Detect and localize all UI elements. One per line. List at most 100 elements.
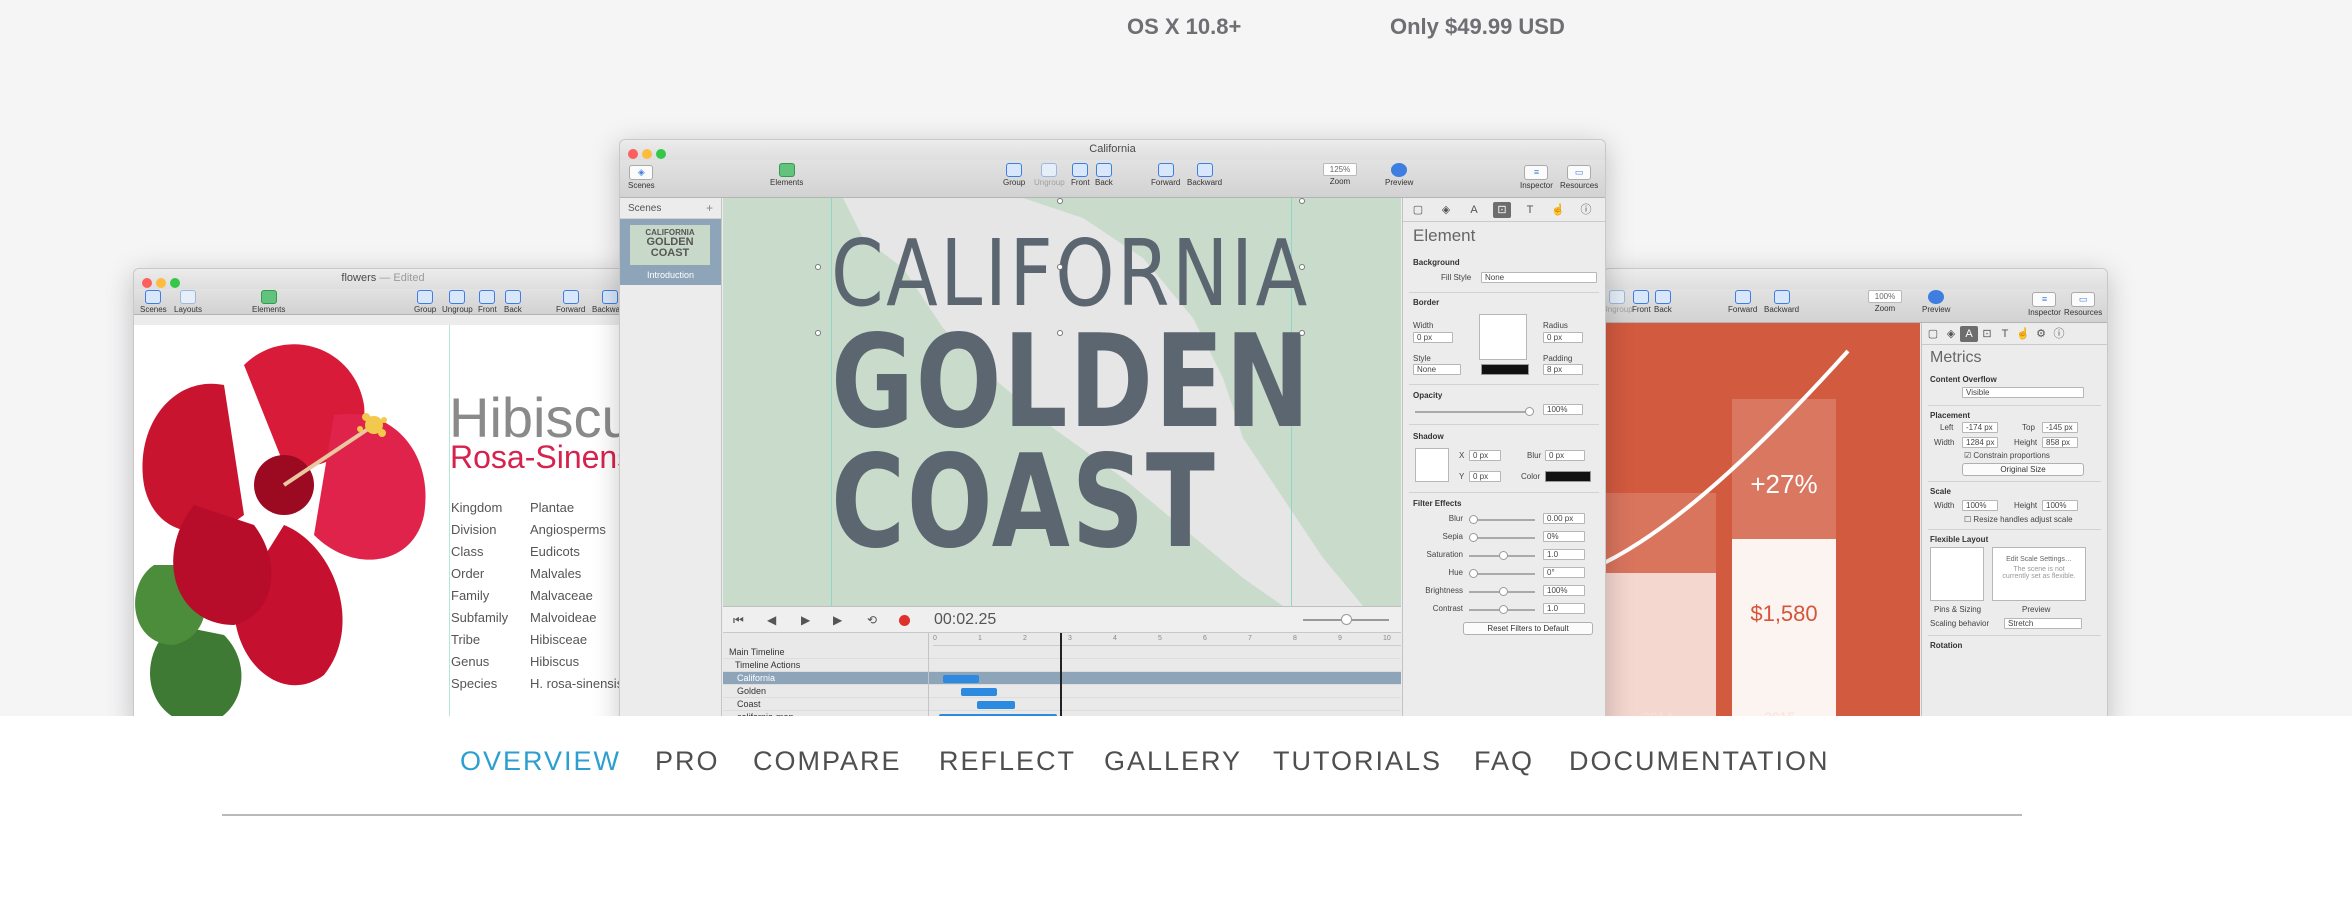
filter-slider[interactable] bbox=[1469, 551, 1535, 560]
selection-handle[interactable] bbox=[1299, 198, 1305, 204]
border-width-field[interactable]: 0 px bbox=[1413, 332, 1453, 343]
timeline-row[interactable]: Main Timeline bbox=[723, 646, 1401, 659]
border-style-select[interactable]: None bbox=[1413, 364, 1461, 375]
nav-item-tutorials[interactable]: TUTORIALS bbox=[1273, 746, 1442, 777]
actions-tab-icon[interactable]: ☝ bbox=[2014, 326, 2032, 342]
selection-handle[interactable] bbox=[1057, 264, 1063, 270]
timeline-row[interactable]: Timeline Actions bbox=[723, 659, 1401, 672]
selection-handle[interactable] bbox=[815, 264, 821, 270]
width-field[interactable]: 1284 px bbox=[1962, 437, 1998, 448]
preview-icon[interactable] bbox=[1928, 290, 1945, 304]
go-to-start-icon[interactable]: ⏮ bbox=[733, 613, 744, 628]
selection-handle[interactable] bbox=[1057, 330, 1063, 336]
info-tab-icon[interactable]: ⓘ bbox=[1577, 202, 1595, 218]
selection-handle[interactable] bbox=[1299, 264, 1305, 270]
filter-value-field[interactable]: 1.0 bbox=[1543, 603, 1585, 614]
nav-item-gallery[interactable]: GALLERY bbox=[1104, 746, 1242, 777]
shadow-color-well[interactable] bbox=[1545, 471, 1591, 482]
back-icon[interactable] bbox=[504, 290, 521, 304]
selection-handle[interactable] bbox=[1299, 330, 1305, 336]
border-radius-field[interactable]: 0 px bbox=[1543, 332, 1583, 343]
resources-icon[interactable]: ▭ bbox=[1567, 165, 1592, 180]
group-icon[interactable] bbox=[1006, 163, 1023, 177]
reset-filters-button[interactable]: Reset Filters to Default bbox=[1463, 622, 1593, 635]
top-field[interactable]: -145 px bbox=[2042, 422, 2078, 433]
zoom-field[interactable]: 100% bbox=[1868, 290, 1902, 303]
constrain-checkbox[interactable]: ☑ Constrain proportions bbox=[1964, 451, 2050, 460]
ungroup-icon[interactable] bbox=[449, 290, 466, 304]
step-back-icon[interactable]: ◀︎ bbox=[767, 613, 776, 627]
front-icon[interactable] bbox=[1633, 290, 1650, 304]
keyframe-bar[interactable] bbox=[939, 714, 1057, 716]
keyframe-bar[interactable] bbox=[943, 675, 979, 683]
border-color-well[interactable] bbox=[1481, 364, 1529, 375]
filter-value-field[interactable]: 0.00 px bbox=[1543, 513, 1585, 524]
filter-value-field[interactable]: 0% bbox=[1543, 531, 1585, 542]
selection-handle[interactable] bbox=[815, 330, 821, 336]
layers-tab-icon[interactable]: ◈ bbox=[1942, 326, 1960, 342]
add-scene-icon[interactable]: + bbox=[706, 201, 713, 215]
selection-handle[interactable] bbox=[1057, 198, 1063, 204]
filter-value-field[interactable]: 100% bbox=[1543, 585, 1585, 596]
nav-item-faq[interactable]: FAQ bbox=[1474, 746, 1534, 777]
elements-icon[interactable] bbox=[778, 163, 795, 177]
shadow-x-field[interactable]: 0 px bbox=[1469, 450, 1501, 461]
layers-tab-icon[interactable]: ◈ bbox=[1437, 202, 1455, 218]
loop-icon[interactable]: ⟲ bbox=[867, 613, 877, 627]
layouts-icon[interactable] bbox=[180, 290, 197, 304]
overflow-select[interactable]: Visible bbox=[1962, 387, 2084, 398]
scale-preview-box[interactable]: Edit Scale Settings… The scene is not cu… bbox=[1992, 547, 2086, 601]
filter-value-field[interactable]: 1.0 bbox=[1543, 549, 1585, 560]
preview-icon[interactable] bbox=[1391, 163, 1408, 177]
fill-style-select[interactable]: None bbox=[1481, 272, 1597, 283]
chart-canvas[interactable]: +27% $1,580 2014 2015 bbox=[1604, 323, 1920, 716]
filter-slider[interactable] bbox=[1469, 533, 1535, 542]
forward-icon[interactable] bbox=[1734, 290, 1751, 304]
ungroup-icon[interactable] bbox=[1609, 290, 1626, 304]
play-icon[interactable]: ▶︎ bbox=[801, 613, 810, 627]
filter-value-field[interactable]: 0° bbox=[1543, 567, 1585, 578]
timeline-row[interactable]: Coast bbox=[723, 698, 1401, 711]
keyframe-bar[interactable] bbox=[977, 701, 1015, 709]
resize-handles-checkbox[interactable]: ☐ Resize handles adjust scale bbox=[1964, 515, 2073, 524]
scene-item-introduction[interactable]: CALIFORNIA GOLDEN COAST Introduction bbox=[620, 219, 721, 285]
elements-icon[interactable] bbox=[260, 290, 277, 304]
timeline-row[interactable]: california-map bbox=[723, 711, 1401, 716]
nav-item-reflect[interactable]: REFLECT bbox=[939, 746, 1076, 777]
canvas-title-coast[interactable]: COAST bbox=[831, 428, 1215, 577]
document-tab-icon[interactable]: ▢ bbox=[1924, 326, 1942, 342]
metrics-tab-icon[interactable]: A bbox=[1960, 326, 1978, 342]
original-size-button[interactable]: Original Size bbox=[1962, 463, 2084, 476]
record-icon[interactable] bbox=[899, 615, 910, 626]
metrics-tab-icon[interactable]: A bbox=[1465, 202, 1483, 218]
backward-icon[interactable] bbox=[1773, 290, 1790, 304]
shadow-blur-field[interactable]: 0 px bbox=[1545, 450, 1585, 461]
opacity-field[interactable]: 100% bbox=[1543, 404, 1583, 415]
height-field[interactable]: 858 px bbox=[2042, 437, 2078, 448]
inspector-icon[interactable]: ≡ bbox=[1524, 165, 1549, 180]
nav-item-documentation[interactable]: DOCUMENTATION bbox=[1569, 746, 1829, 777]
scale-width-field[interactable]: 100% bbox=[1962, 500, 1998, 511]
text-tab-icon[interactable]: T bbox=[1521, 202, 1539, 218]
document-tab-icon[interactable]: ▢ bbox=[1409, 202, 1427, 218]
back-icon[interactable] bbox=[1654, 290, 1671, 304]
nav-item-pro[interactable]: PRO bbox=[655, 746, 720, 777]
size-tab-icon[interactable]: ⊡ bbox=[1978, 326, 1996, 342]
keyframe-bar[interactable] bbox=[961, 688, 997, 696]
scene-canvas[interactable]: CALIFORNIA GOLDEN COAST bbox=[723, 198, 1401, 606]
backward-icon[interactable] bbox=[601, 290, 618, 304]
info-tab-icon[interactable]: ⓘ bbox=[2050, 326, 2068, 342]
front-icon[interactable] bbox=[479, 290, 496, 304]
inspector-icon[interactable]: ≡ bbox=[2032, 292, 2057, 307]
group-icon[interactable] bbox=[417, 290, 434, 304]
playhead[interactable] bbox=[1060, 633, 1062, 716]
nav-item-compare[interactable]: COMPARE bbox=[753, 746, 902, 777]
zoom-field[interactable]: 125% bbox=[1323, 163, 1357, 176]
filter-slider[interactable] bbox=[1469, 587, 1535, 596]
back-icon[interactable] bbox=[1095, 163, 1112, 177]
timeline-zoom-slider[interactable] bbox=[1303, 614, 1389, 625]
forward-icon[interactable] bbox=[1157, 163, 1174, 177]
forward-icon[interactable] bbox=[562, 290, 579, 304]
opacity-slider[interactable] bbox=[1415, 407, 1534, 416]
filter-slider[interactable] bbox=[1469, 605, 1535, 614]
